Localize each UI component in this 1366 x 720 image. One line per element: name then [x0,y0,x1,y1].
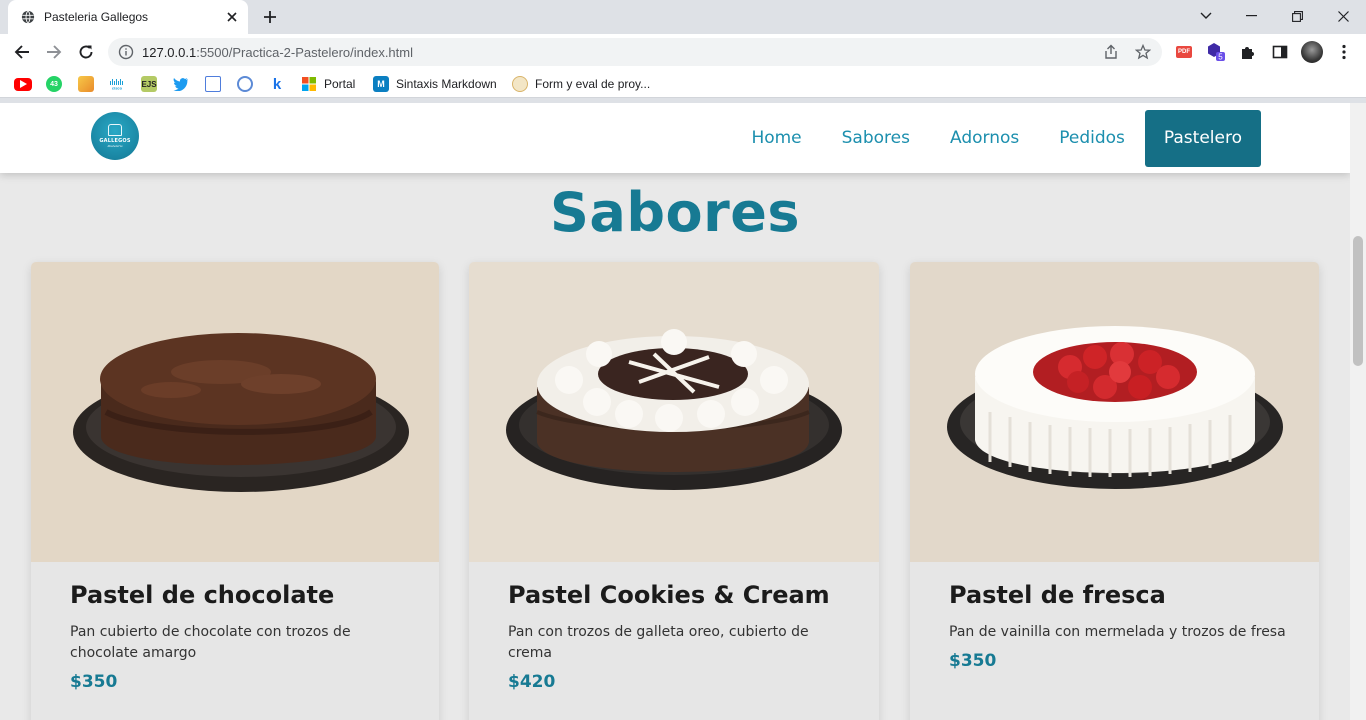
cake-logo-icon [108,124,122,136]
url-host: 127.0.0.1 [142,45,197,60]
card-body: Pastel de chocolate Pan cubierto de choc… [70,578,409,692]
scrollbar-thumb[interactable] [1353,236,1363,366]
browser-tabstrip: Pasteleria Gallegos [0,0,1366,34]
close-tab-icon[interactable] [223,8,241,26]
browser-toolbar: 127.0.0.1:5500/Practica-2-Pastelero/inde… [0,34,1366,70]
card-description: Pan con trozos de galleta oreo, cubierto… [508,624,809,661]
bookmark-sintaxis-markdown[interactable]: M Sintaxis Markdown [373,76,497,92]
whatsapp-icon: 43 [46,76,62,92]
card-body: Pastel de fresca Pan de vainilla con mer… [949,578,1289,671]
globe-icon [21,10,35,24]
bookmark-form-label: Form y eval de proy... [535,77,651,91]
calendar-icon [205,76,221,92]
page-scrollbar[interactable] [1350,103,1366,720]
bookmark-target[interactable] [237,76,253,92]
card-title: Pastel de chocolate [70,581,335,609]
bookmark-portal-label: Portal [324,77,356,91]
address-bar[interactable]: 127.0.0.1:5500/Practica-2-Pastelero/inde… [108,38,1162,66]
bookmark-k[interactable]: k [269,75,285,93]
card-description: Pan cubierto de chocolate con trozos de … [70,624,351,661]
section-title: Sabores [550,181,800,244]
twitter-icon [173,76,189,92]
target-icon [237,76,253,92]
tab-title: Pasteleria Gallegos [44,10,149,24]
menu-kebab-icon[interactable] [1333,41,1355,63]
main-nav: Home Sabores Adornos Pedidos Pastelero [731,110,1261,167]
strawberry-cake-image [910,262,1319,562]
forward-icon[interactable] [41,39,67,65]
new-tab-icon[interactable] [258,6,282,28]
nav-home[interactable]: Home [731,110,821,167]
cookies-cream-cake-image [469,262,879,562]
site-info-icon[interactable] [118,44,134,60]
bookmark-markdown-label: Sintaxis Markdown [396,77,497,91]
nav-sabores[interactable]: Sabores [822,110,930,167]
product-card[interactable]: Pastel de fresca Pan de vainilla con mer… [910,262,1319,720]
card-price: $350 [70,672,118,692]
puzzle-extensions-icon[interactable] [1237,41,1259,63]
bookmark-notes[interactable] [78,76,94,92]
close-window-icon[interactable] [1320,0,1366,32]
card-body: Pastel Cookies & Cream Pan con trozos de… [508,578,849,692]
microsoft-icon [301,76,317,92]
product-card[interactable]: Pastel de chocolate Pan cubierto de choc… [31,262,439,720]
chocolate-cake-image [31,262,439,562]
side-panel-icon[interactable] [1269,41,1291,63]
bookmarks-bar: 43 cisco EJS k Portal M Sintaxis Markdow… [0,70,1366,98]
markdown-icon: M [373,76,389,92]
svg-text:cisco: cisco [112,86,123,91]
cisco-icon: cisco [109,76,125,92]
seal-icon [512,76,528,92]
card-description: Pan de vainilla con mermelada y trozos d… [949,624,1286,640]
nav-pastelero-button[interactable]: Pastelero [1144,110,1261,167]
k-icon: k [272,75,282,93]
reload-icon[interactable] [73,39,99,65]
back-icon[interactable] [9,39,35,65]
profile-avatar[interactable] [1301,41,1323,63]
logo-subtext: Pasteleria [107,144,123,148]
bookmark-twitter[interactable] [173,76,189,92]
tab-search-chevron-icon[interactable] [1196,6,1216,26]
ejs-icon: EJS [141,76,157,92]
nav-pedidos[interactable]: Pedidos [1039,110,1145,167]
nav-adornos[interactable]: Adornos [930,110,1039,167]
site-logo[interactable]: GALLEGOS Pasteleria [91,112,139,160]
extension-badge: 5 [1218,53,1223,62]
card-price: $350 [949,651,997,671]
bookmark-youtube[interactable] [14,76,32,92]
card-title: Pastel Cookies & Cream [508,581,830,609]
bookmark-portal[interactable]: Portal [301,76,355,92]
minimize-icon[interactable] [1228,0,1274,32]
card-title: Pastel de fresca [949,581,1166,609]
bookmark-calendar[interactable] [205,76,221,92]
url-path: :5500/Practica-2-Pastelero/index.html [196,45,413,60]
hexagon-extension-icon[interactable]: 5 [1205,41,1227,63]
pdf-extension-icon[interactable]: PDF [1173,41,1195,63]
youtube-icon [14,77,32,91]
restore-icon[interactable] [1274,0,1320,32]
bookmark-whatsapp[interactable]: 43 [46,76,62,92]
product-card[interactable]: Pastel Cookies & Cream Pan con trozos de… [469,262,879,720]
site-header: GALLEGOS Pasteleria Home Sabores Adornos… [0,103,1350,173]
browser-tab[interactable]: Pasteleria Gallegos [8,0,248,34]
bookmark-ejs[interactable]: EJS [141,76,157,92]
star-icon[interactable] [1135,44,1151,60]
page-viewport: GALLEGOS Pasteleria Home Sabores Adornos… [0,103,1350,720]
notes-icon [78,76,94,92]
bookmark-form-eval[interactable]: Form y eval de proy... [512,76,650,92]
bookmark-cisco[interactable]: cisco [109,76,125,92]
share-icon[interactable] [1103,44,1119,60]
card-price: $420 [508,672,556,692]
whatsapp-badge: 43 [50,80,58,88]
url-text: 127.0.0.1:5500/Practica-2-Pastelero/inde… [142,45,413,60]
